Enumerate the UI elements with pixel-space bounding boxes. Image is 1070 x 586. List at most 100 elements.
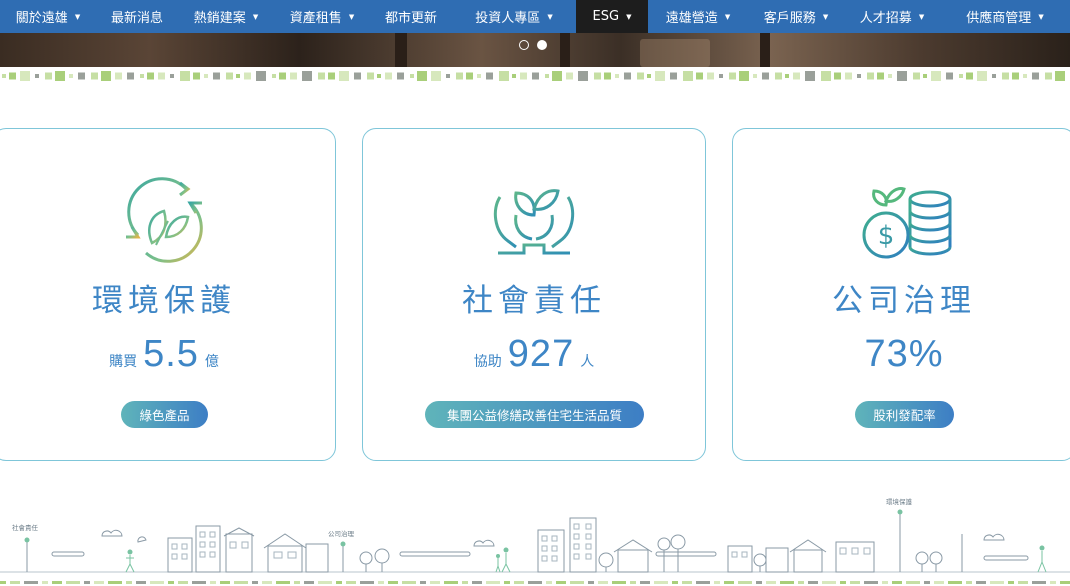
decor-dash	[906, 581, 920, 584]
decor-square	[1002, 72, 1009, 80]
decor-dash	[430, 581, 440, 584]
decor-dash	[808, 581, 818, 584]
decor-square	[456, 72, 463, 80]
main-nav: 關於遠雄 ▼ 最新消息 熱銷建案 ▼ 資產租售 ▼ 都市更新 投資人專區 ▼ ESG ▼ …	[0, 0, 1070, 33]
decor-square	[729, 72, 736, 80]
nav-item-label: 遠雄營造	[665, 11, 718, 26]
nav-item-careers[interactable]: 人才招募 ▼	[844, 0, 940, 33]
decor-dash	[234, 581, 248, 584]
decor-dash	[756, 581, 762, 584]
decor-square	[431, 71, 441, 81]
nav-item-customer-service[interactable]: 客戶服務 ▼	[748, 0, 844, 33]
decor-dash	[360, 581, 374, 584]
decor-square	[91, 72, 98, 80]
nav-item-label: 熱銷建案	[193, 11, 246, 26]
decor-dash	[948, 581, 962, 584]
decor-square	[244, 72, 251, 80]
nav-item-investors[interactable]: 投資人專區 ▼	[452, 0, 576, 33]
nav-item-suppliers[interactable]: 供應商管理 ▼	[940, 0, 1070, 33]
nav-item-assets[interactable]: 資產租售 ▼	[274, 0, 370, 33]
decor-square	[762, 72, 769, 80]
decor-square	[2, 74, 6, 78]
decor-dash	[630, 581, 636, 584]
stat-value: 73%	[864, 333, 944, 375]
decor-square	[55, 71, 65, 81]
svg-text:$: $	[878, 221, 895, 251]
green-products-button[interactable]: 綠色產品	[121, 401, 208, 428]
stat-value: 927	[507, 333, 575, 375]
nav-item-esg[interactable]: ESG ▼	[576, 0, 648, 33]
decor-square	[397, 72, 404, 80]
charity-repair-button[interactable]: 集團公益修繕改善住宅生活品質	[425, 401, 644, 428]
decor-square	[328, 72, 335, 80]
decor-square	[785, 74, 789, 78]
decor-square	[377, 74, 381, 78]
decor-square	[147, 72, 154, 80]
decor-dash	[84, 581, 90, 584]
decor-square	[477, 74, 481, 78]
decor-dash	[850, 581, 860, 584]
decor-dash	[210, 581, 216, 584]
decor-square	[719, 74, 723, 78]
city-label-governance: 公司治理	[328, 529, 355, 538]
decor-dash	[52, 581, 62, 584]
slider-dot-1[interactable]	[519, 40, 529, 50]
esg-card-social[interactable]: 社會責任 協助 927 人 集團公益修繕改善住宅生活品質	[362, 128, 706, 461]
decor-square	[193, 72, 200, 80]
nav-item-projects[interactable]: 熱銷建案 ▼	[178, 0, 274, 33]
decor-dash	[672, 581, 678, 584]
decor-square	[272, 74, 276, 78]
decor-square	[1012, 72, 1019, 80]
decor-square	[101, 71, 111, 81]
decor-square	[318, 72, 325, 80]
decor-square	[624, 72, 631, 80]
decor-square	[410, 74, 414, 78]
caret-down-icon: ▼	[348, 12, 355, 21]
decor-dash	[504, 581, 510, 584]
decor-square	[158, 72, 165, 80]
nav-item-about[interactable]: 關於遠雄 ▼	[0, 0, 96, 33]
esg-card-environment[interactable]: 環境保護 購買 5.5 億 綠色產品	[0, 128, 336, 461]
city-label-environment: 環境保護	[886, 497, 913, 506]
decor-dash	[570, 581, 584, 584]
dividend-rate-button[interactable]: 股利發配率	[855, 401, 954, 428]
decor-square	[604, 72, 611, 80]
decor-dash	[150, 581, 164, 584]
decor-square	[707, 72, 714, 80]
nav-item-urban-renewal[interactable]: 都市更新	[370, 0, 452, 33]
decor-square	[637, 72, 644, 80]
decor-square	[566, 72, 573, 80]
decor-square	[696, 72, 703, 80]
esg-card-governance[interactable]: $ 公司治理 73% 股利發配率	[732, 128, 1070, 461]
caret-down-icon: ▼	[918, 12, 925, 21]
decor-square	[302, 71, 312, 81]
decor-dash	[1060, 581, 1070, 584]
nav-item-news[interactable]: 最新消息	[96, 0, 178, 33]
decor-square	[9, 72, 16, 80]
decor-square	[446, 74, 450, 78]
decor-dash	[178, 581, 188, 584]
decor-dash	[738, 581, 752, 584]
decor-square	[1023, 74, 1027, 78]
nav-item-label: 最新消息	[110, 11, 163, 26]
decor-dash	[220, 581, 230, 584]
decor-square	[204, 74, 208, 78]
caret-down-icon: ▼	[547, 12, 553, 21]
decor-dash	[444, 581, 458, 584]
decor-dash	[472, 581, 482, 584]
decor-square	[170, 74, 174, 78]
decor-dash	[724, 581, 734, 584]
decor-square	[226, 72, 233, 80]
decor-square	[821, 71, 831, 81]
decor-dash	[192, 581, 206, 584]
recycle-leaf-icon	[126, 177, 203, 263]
decor-square	[552, 71, 562, 81]
decor-dash	[252, 581, 258, 584]
nav-item-construction[interactable]: 遠雄營造 ▼	[648, 0, 748, 33]
card-title: 公司治理	[832, 283, 976, 319]
slider-dot-2[interactable]	[537, 40, 547, 50]
decor-dash	[924, 581, 930, 584]
decor-dash	[882, 581, 888, 584]
decor-square	[512, 74, 516, 78]
decor-dash	[462, 581, 468, 584]
